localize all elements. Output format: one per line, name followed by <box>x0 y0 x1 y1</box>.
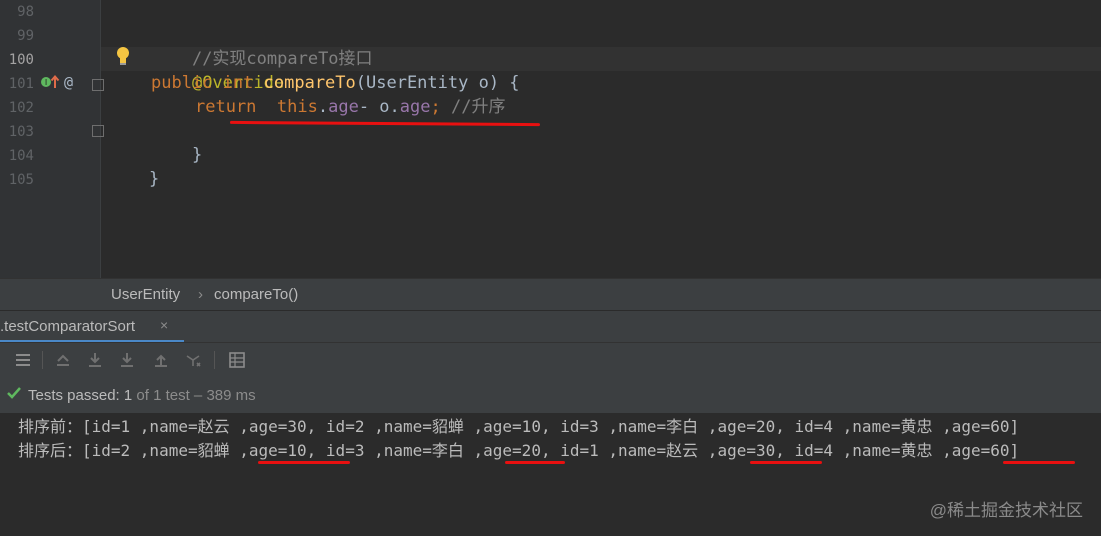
toolbar-divider <box>42 351 43 369</box>
passed-count: 1 <box>123 387 133 404</box>
passed-summary: of 1 test – 389 ms <box>132 387 256 404</box>
code-comment-ascending: //升序 <box>451 97 506 117</box>
export-icon[interactable] <box>86 351 104 369</box>
field-age: age <box>328 97 359 117</box>
red-annotation-underline <box>229 120 541 127</box>
toolbar-divider <box>214 351 215 369</box>
breadcrumb-method[interactable]: compareTo() <box>214 286 298 303</box>
red-annotation-underline <box>258 461 350 464</box>
code-line-100: @Override <box>151 47 284 93</box>
upload-icon[interactable] <box>152 351 170 369</box>
field-age: age <box>399 97 431 117</box>
breadcrumb-class[interactable]: UserEntity <box>111 286 180 303</box>
code-line-101: public int compareTo(UserEntity o) { <box>151 71 520 95</box>
test-status-bar: Tests passed: 1 of 1 test – 389 ms <box>0 377 1101 413</box>
watermark: @稀土掘金技术社区 <box>929 501 1083 520</box>
test-toolbar <box>0 342 1101 378</box>
breadcrumb: UserEntity › compareTo() <box>0 278 1101 310</box>
semicolon: ; <box>430 97 441 117</box>
line-number: 103 <box>8 124 34 140</box>
line-number: 105 <box>8 172 34 188</box>
overrides-method-icon[interactable]: I <box>40 74 60 95</box>
line-number: 101 <box>8 76 34 92</box>
run-tab-bar: .testComparatorSort × <box>0 310 1101 343</box>
code-editor[interactable]: 98 99 100 101 102 103 104 105 I @ //实现co… <box>0 0 1101 278</box>
code-line-104: } <box>108 143 159 189</box>
editor-gutter[interactable]: 98 99 100 101 102 103 104 105 I @ <box>0 0 104 278</box>
keyword-int: int <box>222 73 254 93</box>
table-icon[interactable] <box>228 351 246 369</box>
red-annotation-underline <box>505 461 565 464</box>
line-number: 104 <box>8 148 34 164</box>
passed-label: Tests passed: <box>28 387 124 404</box>
line-number: 99 <box>17 28 34 44</box>
check-icon <box>6 385 22 406</box>
rerun-list-icon[interactable] <box>14 351 32 369</box>
code-line-102: return this.age- o.age; //升序 <box>195 95 505 119</box>
keyword-public: public <box>151 73 213 93</box>
tab-label: .testComparatorSort <box>0 318 136 335</box>
close-icon[interactable]: × <box>160 317 168 333</box>
closing-brace: } <box>148 169 160 189</box>
keyword-this: this <box>276 97 318 117</box>
method-name: compareTo <box>263 73 356 93</box>
fold-icon[interactable] <box>92 125 104 137</box>
dot: . <box>317 97 329 117</box>
minus-operator: - o. <box>358 97 400 117</box>
console-line-after: 排序后：[id=2 ,name=貂蝉 ,age=10, id=3 ,name=李… <box>18 441 1020 460</box>
red-annotation-underline <box>750 461 822 464</box>
import-icon[interactable] <box>118 351 136 369</box>
line-number: 102 <box>8 100 34 116</box>
lightbulb-icon[interactable] <box>116 46 130 66</box>
breadcrumb-separator: › <box>198 286 203 303</box>
annotation-gutter-icon[interactable]: @ <box>64 73 73 91</box>
fold-icon[interactable] <box>92 79 104 91</box>
svg-text:I: I <box>45 78 47 87</box>
console-line-before: 排序前：[id=1 ,name=赵云 ,age=30, id=2 ,name=貂… <box>18 417 1020 436</box>
collapse-all-icon[interactable] <box>54 351 72 369</box>
keyword-return: return <box>195 97 257 117</box>
closing-brace: } <box>191 145 203 165</box>
code-line-103: } <box>151 119 202 165</box>
line-number: 98 <box>17 4 34 20</box>
red-annotation-underline <box>1003 461 1075 464</box>
code-line-99: //实现compareTo接口 <box>151 23 373 69</box>
line-number: 100 <box>8 52 34 68</box>
filter-icon[interactable] <box>184 351 202 369</box>
tests-passed-text: Tests passed: 1 of 1 test – 389 ms <box>28 387 256 404</box>
tab-test-run[interactable]: .testComparatorSort × <box>0 311 168 343</box>
method-params: (UserEntity o) { <box>355 73 520 93</box>
